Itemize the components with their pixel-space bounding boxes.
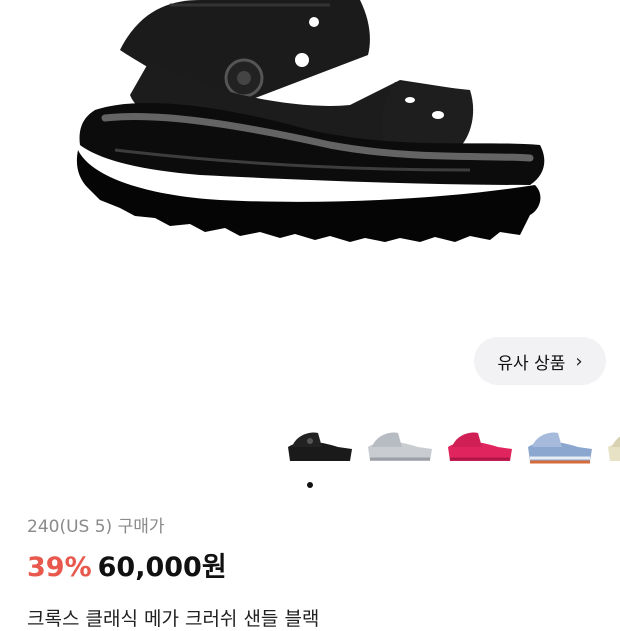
product-name: 크록스 클래식 메가 크러쉬 샌들 블랙 xyxy=(27,608,320,630)
thumbnail-gray[interactable] xyxy=(360,417,438,477)
variant-size-label: 240(US 5) 구매가 xyxy=(27,517,165,537)
color-thumbnails xyxy=(270,417,620,477)
price-row: 39% 60,000원 xyxy=(27,545,227,584)
similar-products-button[interactable]: 유사 상품 › xyxy=(474,337,606,385)
chevron-right-icon: › xyxy=(575,350,583,372)
thumbnail-pink[interactable] xyxy=(440,417,518,477)
thumbnail-cream[interactable] xyxy=(600,417,620,477)
similar-products-label: 유사 상품 xyxy=(497,353,566,374)
thumbnail-blue[interactable] xyxy=(520,417,598,477)
price-value: 60,000원 xyxy=(97,552,227,583)
carousel-indicator xyxy=(307,482,313,488)
product-image xyxy=(76,0,545,242)
thumbnail-black[interactable] xyxy=(280,417,358,477)
discount-rate: 39% xyxy=(27,552,92,583)
front-strap xyxy=(381,82,474,152)
